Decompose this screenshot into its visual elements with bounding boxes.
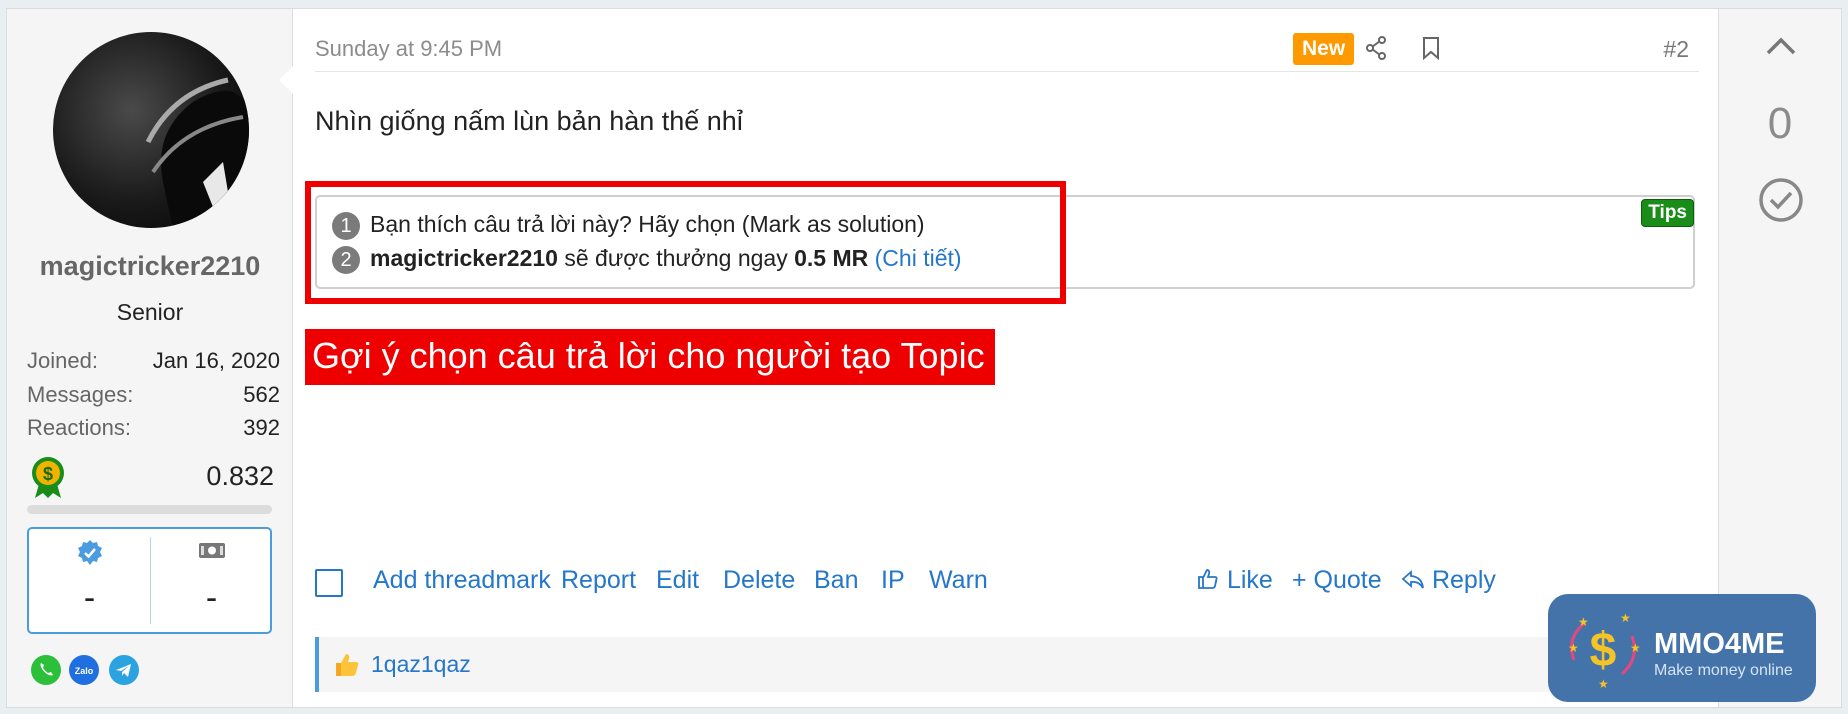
telegram-icon[interactable] — [109, 655, 139, 685]
add-threadmark-link[interactable]: Add threadmark — [373, 566, 551, 595]
dollar-logo-icon: $ ★ ★ ★ ★ ★ — [1560, 608, 1646, 695]
svg-text:★: ★ — [1598, 677, 1609, 690]
post-number[interactable]: #2 — [1663, 36, 1689, 63]
svg-text:Zalo: Zalo — [75, 666, 94, 676]
ban-link[interactable]: Ban — [814, 566, 858, 595]
money-value: - — [205, 579, 218, 617]
post-actions: Add threadmark Report Edit Delete Ban IP… — [315, 566, 1695, 606]
stat-messages: Messages: 562 — [27, 382, 280, 408]
avatar-image — [145, 77, 249, 228]
quote-button[interactable]: + Quote — [1292, 566, 1382, 595]
select-checkbox[interactable] — [315, 569, 343, 597]
post-content: Sunday at 9:45 PM New #2 Nhìn giống nấm … — [293, 9, 1721, 707]
stat-label: Reactions: — [27, 415, 131, 440]
annotation-label: Gợi ý chọn câu trả lời cho người tạo Top… — [305, 329, 995, 385]
coin-badge-icon: $ — [29, 456, 67, 498]
balance-progress-bar — [27, 505, 272, 514]
like-label: Like — [1226, 566, 1273, 594]
thumbs-up-icon — [1198, 569, 1218, 589]
warn-link[interactable]: Warn — [929, 566, 988, 595]
logo-tagline: Make money online — [1654, 662, 1793, 679]
stat-value: Jan 16, 2020 — [152, 348, 280, 373]
verified-stat: - — [29, 529, 150, 632]
reactions-bar: 1qaz1qaz — [315, 637, 1699, 692]
delete-link[interactable]: Delete — [723, 566, 795, 595]
share-icon[interactable] — [1365, 36, 1387, 65]
money-icon — [151, 539, 272, 566]
stat-label: Messages: — [27, 382, 134, 407]
new-badge: New — [1293, 33, 1355, 65]
upvote-icon[interactable] — [1765, 35, 1797, 62]
reply-label: Reply — [1431, 566, 1496, 594]
balance-value: 0.832 — [206, 461, 274, 491]
reply-icon — [1401, 570, 1424, 589]
user-column: magictricker2210 Senior Joined: Jan 16, … — [7, 9, 293, 707]
edit-link[interactable]: Edit — [656, 566, 699, 595]
stat-reactions: Reactions: 392 — [27, 415, 280, 441]
stat-joined: Joined: Jan 16, 2020 — [27, 348, 280, 374]
logo-name: MMO4ME — [1654, 628, 1785, 660]
stat-value: 392 — [243, 415, 280, 440]
money-stat: - — [151, 529, 272, 632]
verified-badge-icon — [29, 539, 150, 572]
site-logo: $ ★ ★ ★ ★ ★ MMO4ME Make money online — [1548, 594, 1816, 702]
like-reaction-icon — [333, 651, 361, 684]
ip-link[interactable]: IP — [881, 566, 905, 595]
report-link[interactable]: Report — [561, 566, 636, 595]
highlight-frame — [305, 181, 1066, 304]
stat-label: Joined: — [27, 348, 98, 373]
stat-value[interactable]: 562 — [243, 382, 280, 408]
svg-text:★: ★ — [1620, 611, 1631, 625]
like-button[interactable]: Like — [1196, 566, 1273, 595]
bookmark-icon[interactable] — [1421, 36, 1441, 65]
reaction-user[interactable]: 1qaz1qaz — [371, 651, 471, 678]
vote-score: 0 — [1767, 99, 1793, 148]
user-title: Senior — [116, 299, 184, 325]
svg-text:★: ★ — [1578, 615, 1589, 629]
phone-icon[interactable] — [31, 655, 61, 685]
verified-value: - — [83, 579, 96, 617]
reply-button[interactable]: Reply — [1401, 566, 1496, 595]
user-mini-stats: - - — [27, 527, 272, 634]
username[interactable]: magictricker2210 — [7, 251, 293, 282]
svg-text:$: $ — [43, 464, 53, 484]
zalo-icon[interactable]: Zalo — [69, 655, 99, 685]
svg-text:★: ★ — [1630, 641, 1641, 655]
avatar[interactable] — [53, 32, 249, 228]
svg-text:★: ★ — [1568, 641, 1579, 655]
tips-badge: Tips — [1641, 199, 1694, 227]
svg-text:$: $ — [1590, 624, 1617, 677]
mark-solution-icon[interactable] — [1758, 177, 1804, 228]
header-divider — [315, 71, 1699, 72]
message-arrow — [279, 66, 293, 94]
post-message: Nhìn giống nấm lùn bản hàn thế nhỉ — [315, 106, 743, 136]
post-date[interactable]: Sunday at 9:45 PM — [315, 36, 502, 62]
